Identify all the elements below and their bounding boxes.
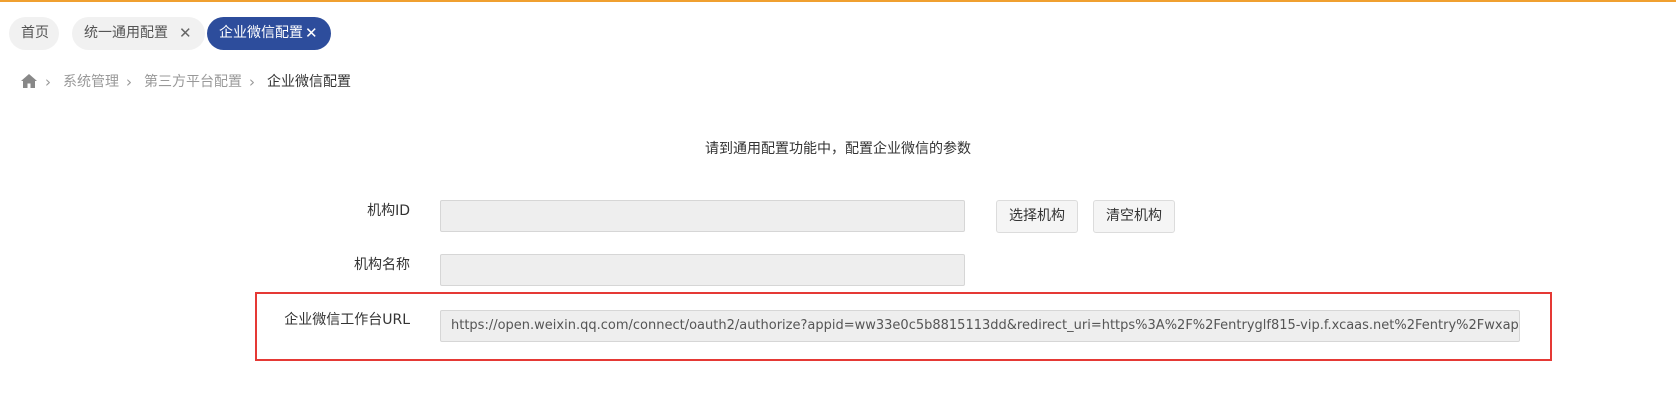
close-icon[interactable]: ✕	[179, 17, 192, 50]
workbench-url-field[interactable]: https://open.weixin.qq.com/connect/oauth…	[440, 310, 1520, 342]
tab-home-label: 首页	[21, 25, 49, 41]
tab-home[interactable]: 首页	[9, 17, 59, 50]
tab-wecom-config-label: 企业微信配置	[219, 25, 303, 41]
breadcrumb-separator: ›	[249, 73, 255, 91]
breadcrumb-separator: ›	[45, 73, 51, 91]
org-id-input[interactable]	[440, 200, 965, 232]
clear-org-button[interactable]: 清空机构	[1093, 200, 1175, 233]
top-accent-line	[0, 0, 1676, 2]
org-id-label: 机构ID	[367, 203, 410, 219]
tab-wecom-config[interactable]: 企业微信配置 ✕	[207, 17, 331, 50]
select-org-button[interactable]: 选择机构	[996, 200, 1078, 233]
workbench-url-label: 企业微信工作台URL	[284, 312, 410, 328]
close-icon[interactable]: ✕	[305, 17, 318, 50]
org-name-input[interactable]	[440, 254, 965, 286]
tab-unified-config-label: 统一通用配置	[84, 25, 168, 41]
org-name-label: 机构名称	[354, 257, 410, 273]
home-icon[interactable]	[21, 74, 37, 88]
config-notice: 请到通用配置功能中，配置企业微信的参数	[705, 141, 971, 157]
breadcrumb-separator: ›	[126, 73, 132, 91]
breadcrumb-current: 企业微信配置	[267, 74, 351, 90]
breadcrumb-system-management[interactable]: 系统管理	[63, 72, 119, 92]
tab-unified-config[interactable]: 统一通用配置 ✕	[72, 17, 205, 50]
breadcrumb-third-party-config[interactable]: 第三方平台配置	[144, 72, 242, 92]
